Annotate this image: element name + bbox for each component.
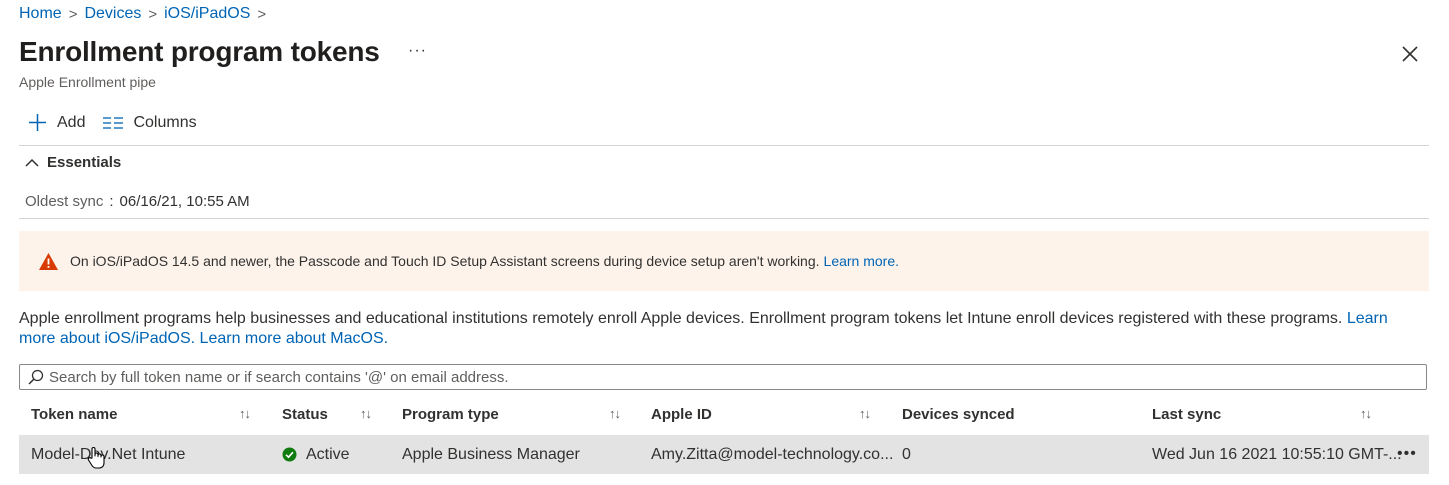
add-button[interactable]: Add	[28, 113, 85, 132]
oldest-sync-value: 06/16/21, 10:55 AM	[119, 193, 250, 210]
column-header-program-type[interactable]: Program type	[402, 397, 499, 431]
learn-more-macos-link[interactable]: Learn more about MacOS.	[200, 330, 389, 347]
warning-text: On iOS/iPadOS 14.5 and newer, the Passco…	[70, 253, 820, 269]
title-more-button[interactable]: ···	[408, 42, 427, 60]
breadcrumb-separator: >	[68, 5, 78, 23]
table-row[interactable]: Model-Dev.Net Intune Active Apple Busine…	[19, 435, 1429, 474]
sort-status-icon[interactable]: ↑↓	[360, 406, 372, 421]
divider	[19, 218, 1429, 219]
breadcrumb: Home > Devices > iOS/iPadOS >	[19, 4, 273, 24]
warning-learn-more-link[interactable]: Learn more.	[824, 253, 899, 269]
breadcrumb-separator: >	[257, 5, 267, 23]
essentials-oldest-sync: Oldest sync:06/16/21, 10:55 AM	[25, 193, 250, 210]
sort-last-sync-icon[interactable]: ↑↓	[1360, 406, 1372, 421]
cell-status-label: Active	[306, 445, 350, 463]
warning-banner: On iOS/iPadOS 14.5 and newer, the Passco…	[19, 231, 1429, 291]
close-icon[interactable]	[1399, 43, 1421, 65]
page-title: Enrollment program tokens	[19, 36, 380, 67]
column-header-apple-id[interactable]: Apple ID	[651, 397, 712, 431]
hand-cursor-icon	[87, 447, 105, 469]
check-circle-icon	[282, 447, 297, 462]
plus-icon	[29, 114, 46, 131]
essentials-label: Essentials	[47, 154, 122, 171]
search-box	[19, 364, 1427, 390]
description-text: Apple enrollment programs help businesse…	[19, 310, 1343, 327]
cell-apple-id: Amy.Zitta@model-technology.co...	[651, 445, 894, 463]
breadcrumb-ios-ipados[interactable]: iOS/iPadOS	[164, 5, 250, 23]
cell-token-name[interactable]: Model-Dev.Net Intune	[31, 435, 185, 474]
divider	[19, 145, 1429, 146]
cell-last-sync: Wed Jun 16 2021 10:55:10 GMT-...	[1152, 445, 1402, 463]
cell-devices-synced: 0	[902, 445, 911, 463]
column-header-devices-synced[interactable]: Devices synced	[902, 397, 1015, 431]
page-subtitle: Apple Enrollment pipe	[19, 74, 156, 90]
cell-program-type: Apple Business Manager	[402, 445, 580, 463]
row-more-button[interactable]: •••	[1397, 445, 1417, 463]
columns-button[interactable]: Columns	[103, 113, 197, 132]
warning-icon	[39, 252, 58, 270]
oldest-sync-label: Oldest sync	[25, 193, 104, 210]
column-header-last-sync[interactable]: Last sync	[1152, 397, 1221, 431]
add-button-label: Add	[57, 113, 86, 131]
search-input[interactable]	[49, 368, 1426, 386]
breadcrumb-home[interactable]: Home	[19, 5, 62, 23]
column-header-token-name[interactable]: Token name	[31, 397, 117, 431]
column-header-status[interactable]: Status	[282, 397, 328, 431]
sort-program-type-icon[interactable]: ↑↓	[609, 406, 621, 421]
breadcrumb-devices[interactable]: Devices	[84, 5, 141, 23]
sort-token-name-icon[interactable]: ↑↓	[239, 406, 251, 421]
search-icon	[28, 369, 44, 385]
essentials-toggle[interactable]: Essentials	[25, 154, 121, 171]
table-header: Token name ↑↓ Status ↑↓ Program type ↑↓ …	[19, 397, 1429, 431]
cell-status: Active	[282, 435, 350, 474]
oldest-sync-colon: :	[109, 193, 114, 210]
description: Apple enrollment programs help businesse…	[19, 309, 1409, 349]
chevron-up-icon	[25, 158, 39, 167]
breadcrumb-separator: >	[148, 5, 158, 23]
columns-icon	[103, 116, 124, 129]
command-bar: Add Columns	[28, 113, 215, 132]
columns-button-label: Columns	[133, 113, 197, 131]
sort-apple-id-icon[interactable]: ↑↓	[859, 406, 871, 421]
